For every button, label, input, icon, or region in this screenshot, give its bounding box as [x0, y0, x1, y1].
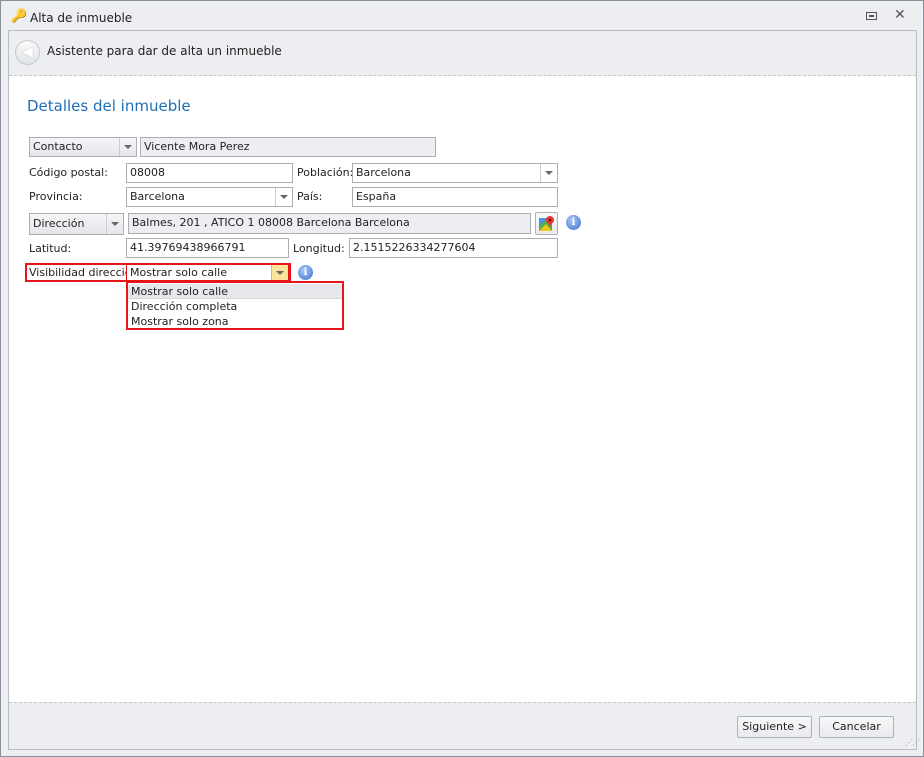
section-title: Detalles del inmueble — [27, 97, 191, 115]
city-value: Barcelona — [356, 166, 411, 179]
back-button[interactable]: ◀ — [15, 40, 40, 65]
visibility-option[interactable]: Dirección completa — [128, 299, 342, 314]
address-info-icon[interactable]: i — [566, 215, 581, 230]
map-button[interactable] — [535, 212, 558, 235]
window-title: Alta de inmueble — [30, 11, 133, 25]
longitude-label: Longitud: — [293, 242, 345, 255]
visibility-combo[interactable]: Mostrar solo calle — [126, 264, 289, 281]
chevron-down-icon — [271, 265, 288, 280]
chevron-down-icon — [275, 188, 292, 206]
city-label: Población: — [297, 166, 354, 179]
country-label: País: — [297, 190, 323, 203]
postal-code-label: Código postal: — [29, 166, 108, 179]
chevron-down-icon — [119, 138, 136, 156]
visibility-info-icon[interactable]: i — [298, 265, 313, 280]
province-combo[interactable]: Barcelona — [126, 187, 293, 207]
contact-type-value: Contacto — [33, 140, 83, 153]
next-button[interactable]: Siguiente > — [737, 716, 812, 738]
contact-type-combo[interactable]: Contacto — [29, 137, 137, 157]
longitude-input[interactable]: 2.1515226334277604 — [349, 238, 558, 258]
back-arrow-icon: ◀ — [22, 44, 33, 60]
map-pin-icon — [539, 216, 554, 231]
visibility-dropdown-list: Mostrar solo calle Dirección completa Mo… — [126, 281, 344, 330]
address-type-combo[interactable]: Dirección — [29, 213, 124, 235]
address-type-value: Dirección — [33, 217, 85, 230]
contact-field[interactable]: Vicente Mora Perez — [140, 137, 436, 157]
postal-code-input[interactable]: 08008 — [126, 163, 293, 183]
close-button[interactable]: ✕ — [894, 7, 906, 23]
city-combo[interactable]: Barcelona — [352, 163, 558, 183]
visibility-option[interactable]: Mostrar solo zona — [128, 314, 342, 329]
key-icon: 🔑 — [11, 9, 28, 24]
cancel-button[interactable]: Cancelar — [819, 716, 894, 738]
chevron-down-icon — [106, 214, 123, 234]
restore-button[interactable] — [866, 12, 877, 20]
latitude-input[interactable]: 41.39769438966791 — [126, 238, 289, 258]
chevron-down-icon — [540, 164, 557, 182]
latitude-label: Latitud: — [29, 242, 72, 255]
wizard-header-title: Asistente para dar de alta un inmueble — [47, 44, 282, 58]
resize-grip-icon[interactable]: ⋰⋰ — [905, 738, 920, 747]
visibility-value: Mostrar solo calle — [130, 266, 227, 279]
country-input[interactable]: España — [352, 187, 558, 207]
visibility-option[interactable]: Mostrar solo calle — [128, 284, 342, 299]
province-label: Provincia: — [29, 190, 83, 203]
province-value: Barcelona — [130, 190, 185, 203]
address-field[interactable]: Balmes, 201 , ATICO 1 08008 Barcelona Ba… — [128, 213, 531, 234]
